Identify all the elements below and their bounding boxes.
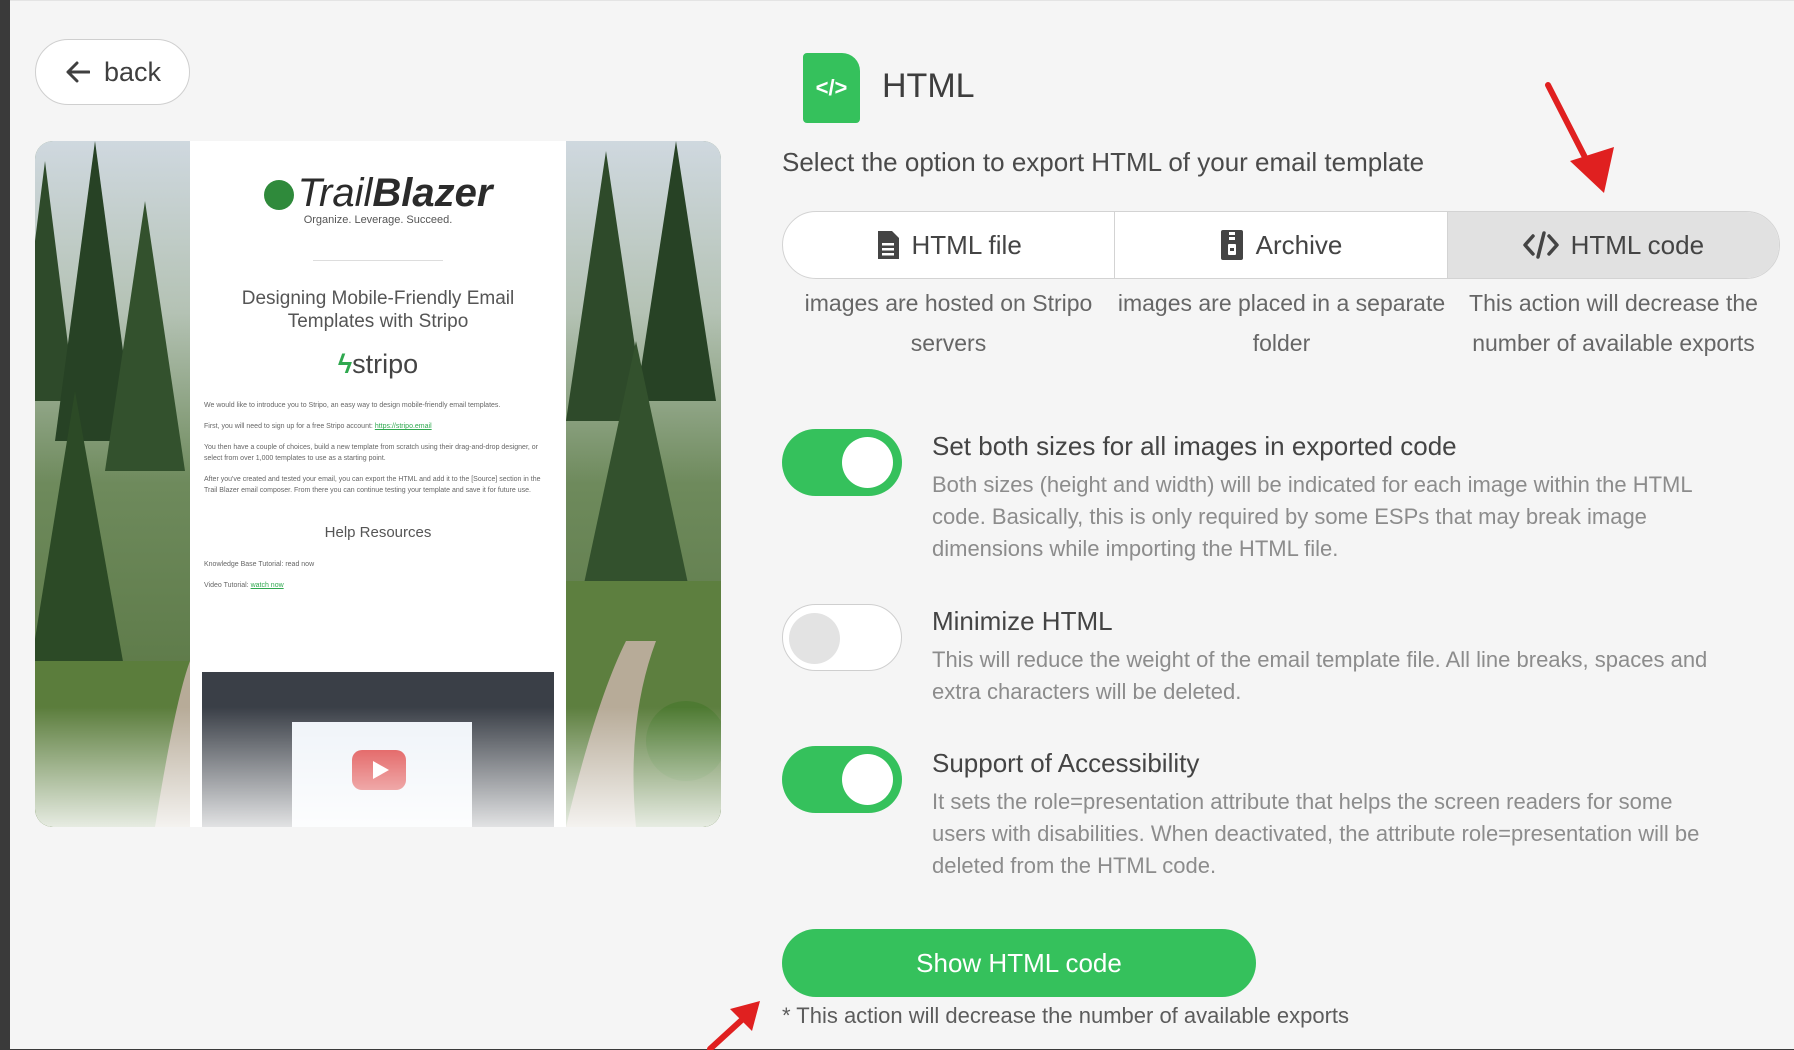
preview-video-line: Video Tutorial: watch now: [204, 582, 284, 589]
minimize-html-toggle[interactable]: [782, 604, 902, 671]
setting-title: Minimize HTML: [932, 606, 1113, 636]
show-html-code-button[interactable]: Show HTML code: [782, 929, 1256, 997]
preview-paragraph: After you've created and tested your ema…: [204, 476, 541, 494]
tab-label: HTML file: [911, 229, 1022, 260]
stripo-logo: ϟstripo: [337, 349, 419, 379]
tab-html-code[interactable]: HTML code: [1447, 212, 1779, 278]
preview-help-title: Help Resources: [324, 524, 432, 541]
export-dialog: back TrailBlazer Organize. Leverage. Suc…: [10, 0, 1794, 1050]
stripo-bolt-icon: ϟ: [337, 349, 353, 379]
tab-label: HTML code: [1570, 229, 1705, 260]
export-type-selector: HTML file Archive HTML code: [782, 211, 1780, 279]
archive-icon: [1220, 229, 1244, 261]
preview-signup-link: https://stripo.email: [374, 423, 432, 430]
annotation-arrow-icon: [707, 1001, 760, 1050]
setting-description: It sets the role=presentation attribute …: [932, 789, 1700, 878]
archive-description: images are placed in a separate folder: [1117, 290, 1446, 356]
code-icon: [1522, 231, 1559, 259]
arrow-left-icon: [66, 61, 90, 83]
back-label: back: [104, 56, 162, 87]
preview-paragraph: You then have a couple of choices, build…: [204, 444, 538, 462]
preview-kb-line: Knowledge Base Tutorial: read now: [204, 561, 315, 568]
back-button[interactable]: back: [35, 39, 190, 105]
tab-archive[interactable]: Archive: [1115, 212, 1448, 278]
preview-paragraph: First, you will need to sign up for a fr…: [204, 423, 432, 430]
preview-divider: [313, 260, 443, 261]
page-subtitle: Select the option to export HTML of your…: [782, 147, 1425, 177]
setting-title: Set both sizes for all images in exporte…: [932, 431, 1457, 461]
image-sizes-toggle[interactable]: [782, 429, 902, 496]
setting-description: Both sizes (height and width) will be in…: [932, 472, 1692, 561]
html-file-description: images are hosted on Stripo servers: [804, 290, 1093, 356]
preview-heading: Designing Mobile-Friendly Email Template…: [241, 288, 515, 332]
preview-video-link: watch now: [250, 582, 284, 589]
preview-tagline: Organize. Leverage. Succeed.: [303, 214, 453, 226]
setting-title: Support of Accessibility: [932, 748, 1200, 778]
accessibility-toggle[interactable]: [782, 746, 902, 813]
email-preview: TrailBlazer Organize. Leverage. Succeed.…: [35, 141, 721, 827]
document-icon: [876, 230, 900, 260]
annotation-arrow-icon: [1545, 82, 1614, 193]
trailblazer-logo: TrailBlazer: [190, 171, 566, 216]
preview-paragraph: We would like to introduce you to Stripo…: [204, 402, 501, 409]
setting-description: This will reduce the weight of the email…: [932, 647, 1708, 704]
leaf-icon: [263, 180, 294, 211]
export-limit-note: * This action will decrease the number o…: [782, 1003, 1350, 1028]
html-file-icon: </>: [803, 53, 860, 123]
page-title: HTML: [882, 67, 975, 105]
html-code-description: This action will decrease the number of …: [1469, 290, 1758, 356]
tab-html-file[interactable]: HTML file: [783, 212, 1116, 278]
tab-label: Archive: [1255, 229, 1343, 260]
